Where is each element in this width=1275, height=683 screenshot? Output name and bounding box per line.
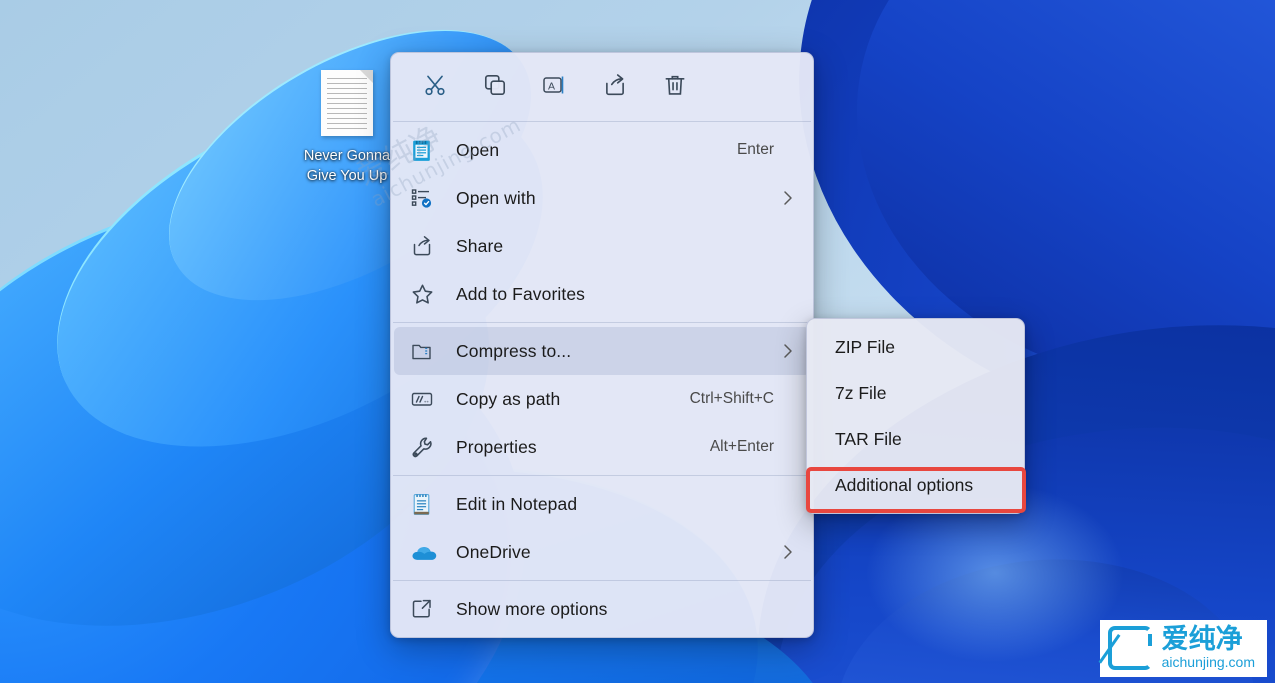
submenu-item-zip-file[interactable]: ZIP File: [811, 324, 1020, 370]
menu-item-label: Add to Favorites: [456, 283, 586, 304]
chevron-right-icon: [780, 544, 796, 560]
context-menu-toolbar: A: [391, 53, 813, 121]
menu-item-label: Properties: [456, 436, 537, 457]
menu-item-open-with[interactable]: Open with: [394, 174, 810, 222]
rename-button[interactable]: A: [533, 67, 577, 107]
share-button[interactable]: [593, 67, 637, 107]
logo-cn-text: 爱纯净: [1161, 623, 1243, 655]
menu-group-apps: Edit in Notepad OneDrive: [391, 476, 813, 580]
compress-folder-icon: [410, 338, 444, 364]
menu-item-label: Show more options: [456, 598, 608, 619]
svg-text:A: A: [548, 80, 555, 92]
menu-group-file-actions: Compress to... Copy as path Ctrl+Shift+C: [391, 323, 813, 475]
menu-item-accelerator: Ctrl+Shift+C: [689, 390, 774, 407]
notepad-app-icon: [410, 491, 444, 517]
copy-path-icon: [410, 386, 444, 412]
cut-button[interactable]: [413, 67, 457, 107]
submenu-item-label: ZIP File: [835, 336, 895, 357]
menu-item-copy-as-path[interactable]: Copy as path Ctrl+Shift+C: [394, 375, 810, 423]
context-menu[interactable]: A Open Enter Open with Share Add to Favo…: [390, 52, 814, 638]
scissors-icon: [422, 72, 448, 103]
menu-item-label: Edit in Notepad: [456, 493, 578, 514]
open-with-icon: [410, 185, 444, 211]
onedrive-cloud-icon: [410, 539, 444, 565]
submenu-item-label: 7z File: [835, 382, 887, 403]
wrench-icon: [410, 434, 444, 460]
desktop[interactable]: Never Gonna Give You Up A Open Enter Ope…: [0, 0, 1275, 683]
notepad-icon: [410, 137, 444, 163]
desktop-icon-label-line2: Give You Up: [306, 168, 388, 184]
menu-item-accelerator: Alt+Enter: [709, 438, 774, 455]
desktop-icon-never-gonna-give-you-up[interactable]: Never Gonna Give You Up: [288, 70, 406, 186]
menu-item-label: Open: [456, 139, 500, 160]
rename-icon: A: [541, 72, 569, 103]
menu-item-compress-to[interactable]: Compress to...: [394, 327, 810, 375]
menu-group-primary: Open Enter Open with Share Add to Favori…: [391, 122, 813, 322]
copy-button[interactable]: [473, 67, 517, 107]
compress-to-submenu[interactable]: ZIP File 7z File TAR File Additional opt…: [806, 318, 1025, 514]
site-logo-watermark: 爱纯净 aichunjing.com: [1099, 619, 1267, 677]
copy-icon: [482, 72, 508, 103]
delete-button[interactable]: [653, 67, 697, 107]
aichunjing-logo-icon: [1107, 626, 1152, 671]
submenu-item-tar-file[interactable]: TAR File: [811, 416, 1020, 462]
chevron-right-icon: [780, 343, 796, 359]
menu-item-open[interactable]: Open Enter: [394, 126, 810, 174]
menu-item-label: OneDrive: [456, 541, 531, 562]
submenu-item-additional-options[interactable]: Additional options: [811, 462, 1020, 508]
menu-item-show-more-options[interactable]: Show more options: [394, 585, 810, 633]
chevron-right-icon: [780, 190, 796, 206]
menu-item-label: Share: [456, 235, 504, 256]
menu-item-edit-in-notepad[interactable]: Edit in Notepad: [394, 480, 810, 528]
menu-item-share[interactable]: Share: [394, 222, 810, 270]
submenu-item-label: Additional options: [835, 474, 974, 495]
menu-item-onedrive[interactable]: OneDrive: [394, 528, 810, 576]
menu-item-accelerator: Enter: [736, 141, 774, 158]
desktop-icon-label-line1: Never Gonna: [303, 148, 391, 164]
menu-item-properties[interactable]: Properties Alt+Enter: [394, 423, 810, 471]
menu-group-more: Show more options: [391, 581, 813, 637]
show-more-options-icon: [410, 596, 444, 622]
share-icon: [602, 72, 628, 103]
share-icon: [410, 233, 444, 259]
text-file-lines: [327, 78, 367, 131]
submenu-item-7z-file[interactable]: 7z File: [811, 370, 1020, 416]
trash-icon: [662, 72, 688, 103]
menu-item-label: Compress to...: [456, 340, 572, 361]
text-file-icon: [321, 70, 373, 136]
star-icon: [410, 281, 444, 307]
menu-item-label: Copy as path: [456, 388, 561, 409]
menu-item-label: Open with: [456, 187, 536, 208]
submenu-item-label: TAR File: [835, 428, 902, 449]
menu-item-add-to-favorites[interactable]: Add to Favorites: [394, 270, 810, 318]
logo-domain-text: aichunjing.com: [1161, 653, 1255, 670]
